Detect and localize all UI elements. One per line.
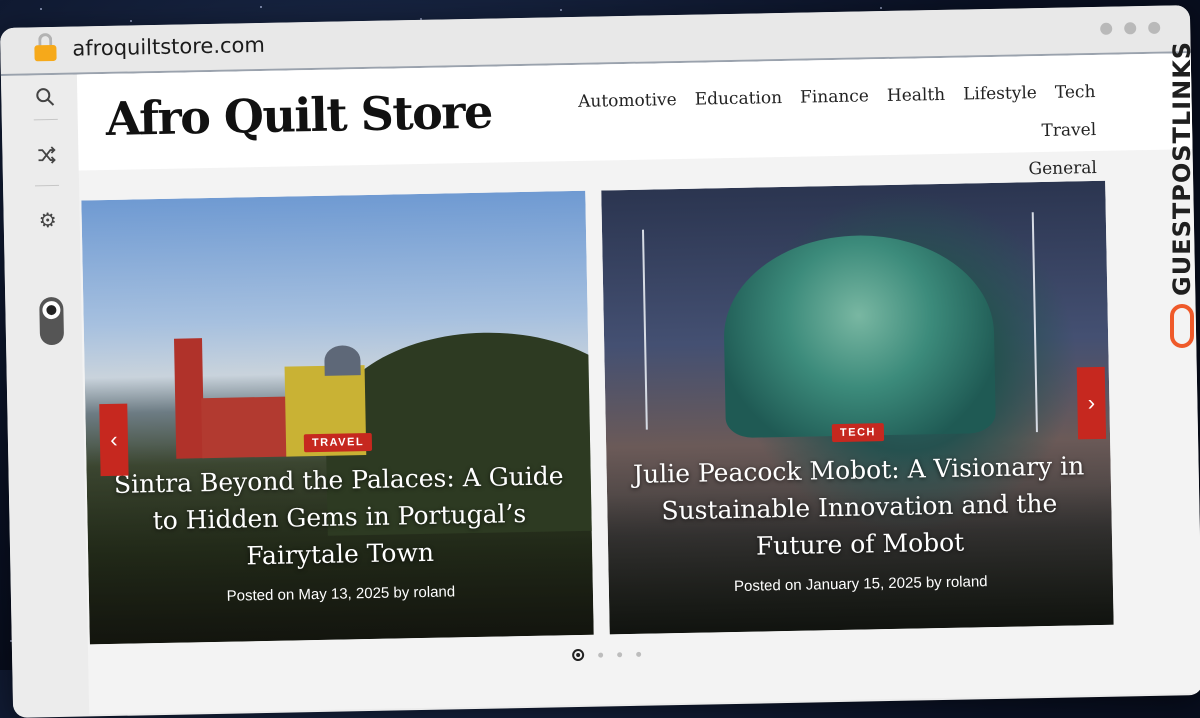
watermark-text: GUESTPOSTLINKS — [1168, 40, 1196, 296]
page-content: Afro Quilt Store Automotive Education Fina… — [76, 53, 1200, 715]
browser-window: afroquiltstore.com ⚙ Afro Quilt Store Au… — [0, 5, 1200, 718]
nav-item-education[interactable]: Education — [694, 79, 783, 119]
nav-item-health[interactable]: Health — [887, 76, 946, 115]
slide-title[interactable]: Julie Peacock Mobot: A Visionary in Sust… — [626, 447, 1092, 567]
window-dot-icon[interactable] — [1148, 21, 1161, 34]
divider — [33, 118, 58, 121]
slider-next-button[interactable]: › — [1076, 366, 1107, 440]
main-nav: Automotive Education Finance Health Lifestyl… — [495, 73, 1097, 198]
shuffle-icon[interactable] — [34, 145, 58, 169]
slide-card-tech[interactable]: TECH Julie Peacock Mobot: A Visionary in… — [601, 180, 1114, 635]
link-logo-icon — [1170, 304, 1194, 348]
nav-item-automotive[interactable]: Automotive — [578, 81, 677, 121]
site-title[interactable]: Afro Quilt Store — [105, 85, 492, 146]
window-dot-icon[interactable] — [1124, 22, 1137, 35]
nav-item-lifestyle[interactable]: Lifestyle — [963, 74, 1037, 113]
pager-dot[interactable] — [636, 651, 642, 657]
divider — [35, 184, 60, 187]
pager-dot[interactable] — [617, 651, 623, 657]
pager-dot-active[interactable] — [572, 648, 585, 662]
search-icon[interactable] — [33, 87, 57, 111]
sidebar: ⚙ — [0, 74, 86, 716]
nav-item-tech[interactable]: Tech — [1055, 73, 1096, 112]
slide-title[interactable]: Sintra Beyond the Palaces: A Guide to Hi… — [106, 457, 572, 577]
url-text[interactable]: afroquiltstore.com — [72, 33, 265, 61]
category-tag[interactable]: TECH — [831, 423, 885, 443]
window-controls — [1100, 21, 1161, 35]
nav-item-travel[interactable]: Travel — [1041, 111, 1096, 150]
pager-dot[interactable] — [598, 652, 604, 658]
window-dot-icon[interactable] — [1100, 22, 1113, 35]
slider-prev-button[interactable]: ‹ — [99, 403, 129, 477]
site-header: Afro Quilt Store Automotive Education Fina… — [76, 53, 1193, 179]
dark-mode-toggle[interactable] — [39, 296, 65, 346]
slide-card-travel[interactable]: TRAVEL Sintra Beyond the Palaces: A Guid… — [81, 190, 594, 645]
gear-icon[interactable]: ⚙ — [35, 209, 59, 233]
watermark: GUESTPOSTLINKS — [1158, 41, 1200, 366]
lock-icon — [34, 33, 57, 62]
slider-pagination — [572, 648, 642, 662]
category-tag[interactable]: TRAVEL — [303, 432, 373, 453]
nav-item-finance[interactable]: Finance — [800, 77, 870, 116]
